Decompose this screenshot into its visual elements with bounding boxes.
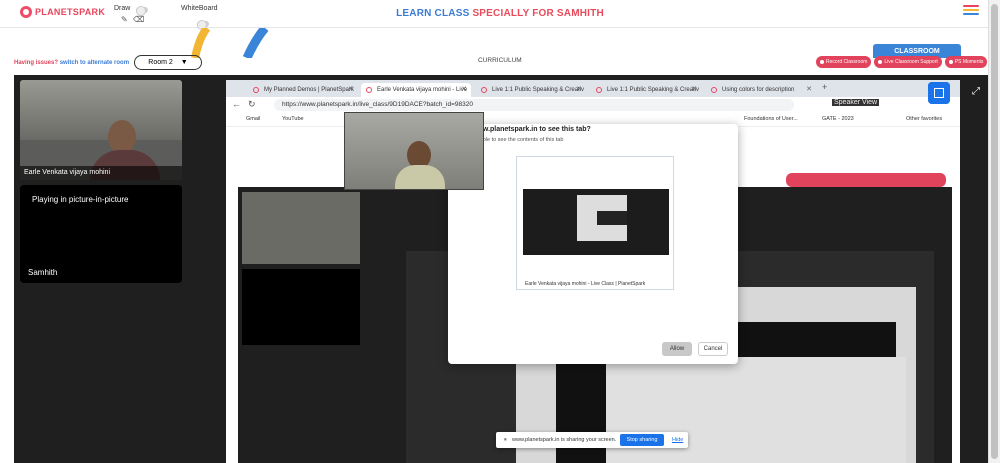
bookmark[interactable]: Foundations of User...	[744, 116, 798, 122]
layout-icon[interactable]	[928, 82, 950, 104]
participant-video-teacher: Earle Venkata vijaya mohini	[20, 80, 182, 180]
issue-text: Having issues?	[14, 60, 59, 66]
address-bar: ← ↻ https://www.planetspark.in/live_clas…	[226, 97, 960, 113]
allow-button[interactable]: Allow	[662, 342, 692, 356]
dialog-heading: www.planetspark.in to see this tab?	[472, 126, 591, 133]
decorative-arcs	[191, 28, 269, 58]
action-buttons: Record Classroom Live Classroom Support …	[816, 56, 988, 68]
dialog-subtext: be able to see the contents of this tab	[472, 137, 564, 143]
pip-status: Playing in picture-in-picture	[32, 195, 129, 204]
bookmark[interactable]: Gmail	[246, 116, 260, 122]
curriculum-tab[interactable]: CURRICULUM	[478, 57, 522, 64]
participant-tile-student: Playing in picture-in-picture Samhith	[20, 185, 182, 283]
page-title: LEARN CLASS SPECIALLY FOR SAMHITH	[0, 8, 1000, 19]
top-bar: PLANETSPARK Draw ✎ ⌫ WhiteBoard LEARN CL…	[0, 0, 1000, 30]
cancel-button[interactable]: Cancel	[698, 342, 728, 356]
alternate-room-link[interactable]: switch to alternate room	[60, 60, 129, 66]
stop-sharing-button[interactable]: Stop sharing	[620, 434, 664, 446]
record-classroom-button[interactable]: Record Classroom	[816, 56, 872, 68]
bookmark[interactable]: Other favorites	[906, 116, 942, 122]
whiteboard-toggle[interactable]	[197, 20, 209, 30]
issue-notice: Having issues? switch to alternate room	[14, 60, 129, 66]
preview-caption: Earle Venkata vijaya mohini - Live Class…	[525, 281, 646, 287]
browser-tab[interactable]: Live 1:1 Public Speaking & Creativ ✕	[476, 83, 586, 97]
participant-name: Earle Venkata vijaya mohini	[20, 166, 182, 180]
hide-link[interactable]: Hide	[672, 437, 683, 443]
back-icon[interactable]: ←	[232, 99, 241, 109]
room-select[interactable]: Room 2 ▼	[134, 55, 202, 70]
room-select-value: Room 2	[148, 59, 173, 66]
ps-moments-button[interactable]: PS Moments	[944, 56, 988, 68]
browser-tabs: My Planned Demos | PlanetSpark ✕ Earle Ve…	[226, 80, 960, 97]
bookmark[interactable]: GATE - 2023	[822, 116, 854, 122]
share-permission-dialog: www.planetspark.in to see this tab? be a…	[448, 124, 738, 364]
new-tab-icon[interactable]: +	[822, 82, 827, 92]
fullscreen-icon[interactable]: ⤢	[972, 86, 980, 97]
title-part-1: LEARN CLASS	[396, 8, 470, 19]
browser-tab[interactable]: Live 1:1 Public Speaking & Creativ ✕	[591, 83, 701, 97]
browser-tab[interactable]: My Planned Demos | PlanetSpark ✕	[248, 83, 358, 97]
live-support-button[interactable]: Live Classroom Support	[874, 56, 942, 68]
share-icon: ⏸	[504, 437, 507, 443]
shared-screen: My Planned Demos | PlanetSpark ✕ Earle Ve…	[226, 80, 960, 463]
reload-icon[interactable]: ↻	[248, 99, 256, 110]
tab-preview[interactable]: Earle Venkata vijaya mohini - Live Class…	[516, 156, 674, 290]
share-text: www.planetspark.in is sharing your scree…	[512, 437, 617, 443]
browser-tab-active[interactable]: Earle Venkata vijaya mohini - Live ✕	[361, 83, 471, 97]
menu-icon[interactable]	[963, 5, 979, 17]
url-field[interactable]: https://www.planetspark.in/live_class/9D…	[274, 99, 794, 111]
bookmark[interactable]: YouTube	[282, 116, 304, 122]
page-scrollbar[interactable]	[988, 0, 1000, 463]
pip-video[interactable]	[344, 112, 484, 190]
screen-share-bar: ⏸ www.planetspark.in is sharing your scr…	[496, 432, 688, 448]
caret-down-icon: ▼	[180, 59, 188, 66]
participant-name: Samhith	[28, 268, 58, 277]
title-part-2: SPECIALLY FOR SAMHITH	[472, 8, 604, 19]
speaker-view-label: Speaker View	[832, 99, 880, 106]
browser-tab[interactable]: Using colors for description ✕	[706, 83, 816, 97]
